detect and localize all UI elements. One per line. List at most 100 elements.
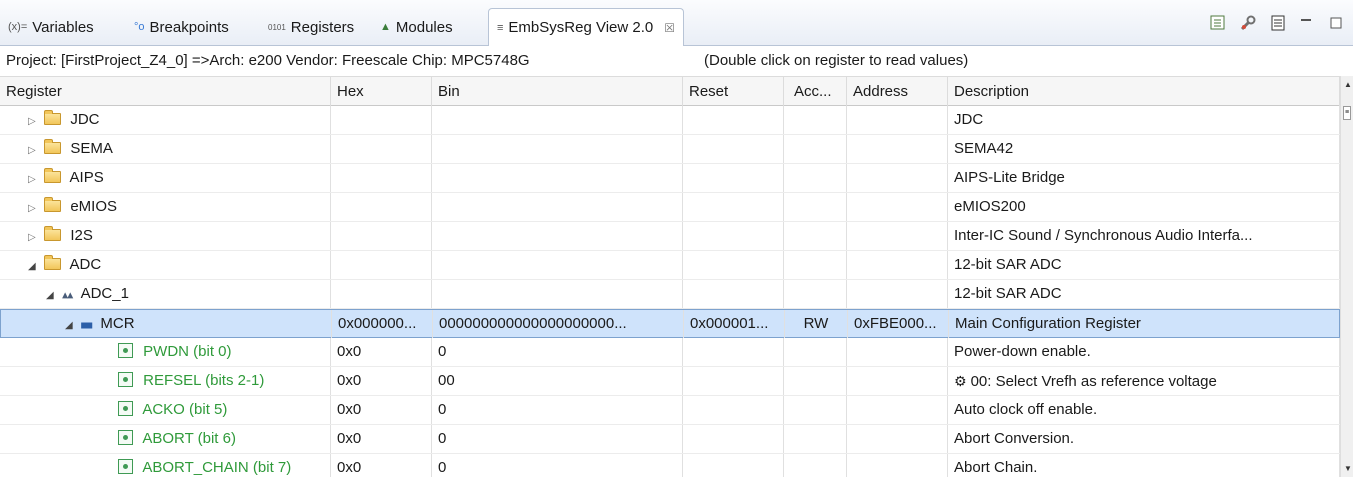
table-row[interactable]: ▷ eMIOS eMIOS200 — [0, 193, 1340, 222]
address-value — [847, 164, 948, 192]
expand-arrow-icon[interactable]: ▷ — [28, 166, 40, 192]
collapse-arrow-icon[interactable]: ◢ — [65, 312, 77, 338]
configure-wrench-icon[interactable] — [1239, 14, 1257, 32]
description: AIPS-Lite Bridge — [948, 164, 1340, 192]
access-value — [784, 396, 847, 424]
access-value — [784, 425, 847, 453]
reset-value — [683, 164, 784, 192]
table-row[interactable]: ACKO (bit 5) 0x0 0 Auto clock off enable… — [0, 396, 1340, 425]
close-tab-icon[interactable]: ☒ — [664, 21, 675, 35]
address-value — [847, 425, 948, 453]
table-row[interactable]: ▷ SEMA SEMA42 — [0, 135, 1340, 164]
folder-icon — [44, 255, 62, 270]
table-row[interactable]: ▷ AIPS AIPS-Lite Bridge — [0, 164, 1340, 193]
access-value — [784, 454, 847, 477]
bin-value — [432, 106, 683, 134]
column-header-address[interactable]: Address — [847, 77, 948, 107]
address-value — [847, 454, 948, 477]
address-value — [847, 367, 948, 395]
register-name: I2S — [70, 227, 93, 244]
tab-embsysreg-view[interactable]: ≡ EmbSysReg View 2.0 ☒ — [488, 8, 684, 47]
scroll-down-arrow-icon[interactable]: ▼ — [1344, 464, 1352, 473]
description-with-options[interactable]: ⚙ 00: Select Vrefh as reference voltage — [948, 367, 1340, 395]
table-row[interactable]: REFSEL (bits 2-1) 0x0 00 ⚙ 00: Select Vre… — [0, 367, 1340, 396]
column-header-register[interactable]: Register — [0, 77, 331, 107]
register-name: ADC_1 — [80, 285, 129, 302]
table-row[interactable]: ▷ JDC JDC — [0, 106, 1340, 135]
table-row[interactable]: ABORT (bit 6) 0x0 0 Abort Conversion. — [0, 425, 1340, 454]
description: Auto clock off enable. — [948, 396, 1340, 424]
hex-value: 0x0 — [331, 425, 432, 453]
collapse-arrow-icon[interactable]: ◢ — [28, 253, 40, 279]
scroll-up-arrow-icon[interactable]: ▲ — [1344, 80, 1352, 89]
reset-value — [683, 367, 784, 395]
access-value — [784, 106, 847, 134]
tab-registers-label: Registers — [290, 18, 355, 36]
tab-variables[interactable]: (x)= Variables — [0, 8, 102, 46]
view-menu-icon[interactable] — [1269, 14, 1287, 32]
register-icon: ■■ — [81, 320, 92, 331]
bin-value — [432, 135, 683, 163]
reset-value — [683, 396, 784, 424]
bitfield-icon — [118, 459, 133, 474]
table-row[interactable]: ◢ ▲▲ ADC_1 12-bit SAR ADC — [0, 280, 1340, 309]
registers-icon: 0101 — [268, 22, 286, 32]
address-value — [847, 193, 948, 221]
collapse-arrow-icon[interactable]: ◢ — [46, 282, 58, 308]
vertical-scrollbar[interactable]: ▲ ≡ ▼ — [1340, 76, 1353, 477]
expand-arrow-icon[interactable]: ▷ — [28, 224, 40, 250]
table-row[interactable]: ◢ ADC 12-bit SAR ADC — [0, 251, 1340, 280]
modules-icon: ▲ — [380, 21, 391, 33]
bitfield-icon — [118, 343, 133, 358]
description: Abort Conversion. — [948, 425, 1340, 453]
reset-value — [683, 106, 784, 134]
tab-embsysreg-label: EmbSysReg View 2.0 — [508, 19, 654, 36]
access-value — [784, 222, 847, 250]
folder-icon — [44, 197, 62, 212]
expand-arrow-icon[interactable]: ▷ — [28, 108, 40, 134]
bin-value: 0 — [432, 338, 683, 366]
gear-icon[interactable]: ⚙ — [954, 373, 967, 389]
collapse-all-icon[interactable] — [1209, 14, 1227, 32]
table-row[interactable]: ▷ I2S Inter-IC Sound / Synchronous Audio… — [0, 222, 1340, 251]
expand-arrow-icon[interactable]: ▷ — [28, 195, 40, 221]
description: 12-bit SAR ADC — [948, 280, 1340, 308]
peripheral-icon: ▲▲ — [62, 290, 73, 301]
view-toolbar — [1209, 14, 1347, 32]
table-row-selected[interactable]: ◢ ■■ MCR 0x000000... 0000000000000000000… — [0, 309, 1340, 338]
hex-value: 0x0 — [331, 396, 432, 424]
access-value — [784, 367, 847, 395]
column-header-hex[interactable]: Hex — [331, 77, 432, 107]
reset-value — [683, 425, 784, 453]
tab-modules[interactable]: ▲ Modules — [372, 8, 461, 46]
description: Main Configuration Register — [949, 310, 1340, 338]
column-header-reset[interactable]: Reset — [683, 77, 784, 107]
access-value — [784, 164, 847, 192]
tab-breakpoints[interactable]: °o Breakpoints — [126, 8, 237, 46]
register-name: ADC — [69, 256, 102, 273]
embsysreg-icon: ≡ — [497, 21, 504, 34]
tab-registers[interactable]: 0101 Registers — [260, 8, 362, 46]
field-name: ABORT_CHAIN (bit 7) — [142, 459, 292, 476]
hex-value: 0x0 — [331, 454, 432, 477]
hex-value: 0x0 — [331, 367, 432, 395]
table-row[interactable]: PWDN (bit 0) 0x0 0 Power-down enable. — [0, 338, 1340, 367]
view-tab-bar: (x)= Variables °o Breakpoints 0101 Regis… — [0, 0, 1353, 47]
column-header-description[interactable]: Description — [948, 77, 1340, 107]
column-header-access[interactable]: Acc... — [784, 77, 847, 107]
maximize-icon[interactable] — [1329, 14, 1347, 32]
address-value — [847, 338, 948, 366]
table-row[interactable]: ABORT_CHAIN (bit 7) 0x0 0 Abort Chain. — [0, 454, 1340, 477]
hex-value — [331, 251, 432, 279]
description: SEMA42 — [948, 135, 1340, 163]
register-name: eMIOS — [70, 198, 118, 215]
description: eMIOS200 — [948, 193, 1340, 221]
address-value — [847, 222, 948, 250]
expand-arrow-icon[interactable]: ▷ — [28, 137, 40, 163]
tab-breakpoints-label: Breakpoints — [149, 18, 229, 36]
reset-value — [683, 193, 784, 221]
column-header-bin[interactable]: Bin — [432, 77, 683, 107]
minimize-icon[interactable] — [1299, 14, 1317, 32]
address-value — [847, 251, 948, 279]
scrollbar-thumb[interactable]: ≡ — [1343, 106, 1351, 120]
